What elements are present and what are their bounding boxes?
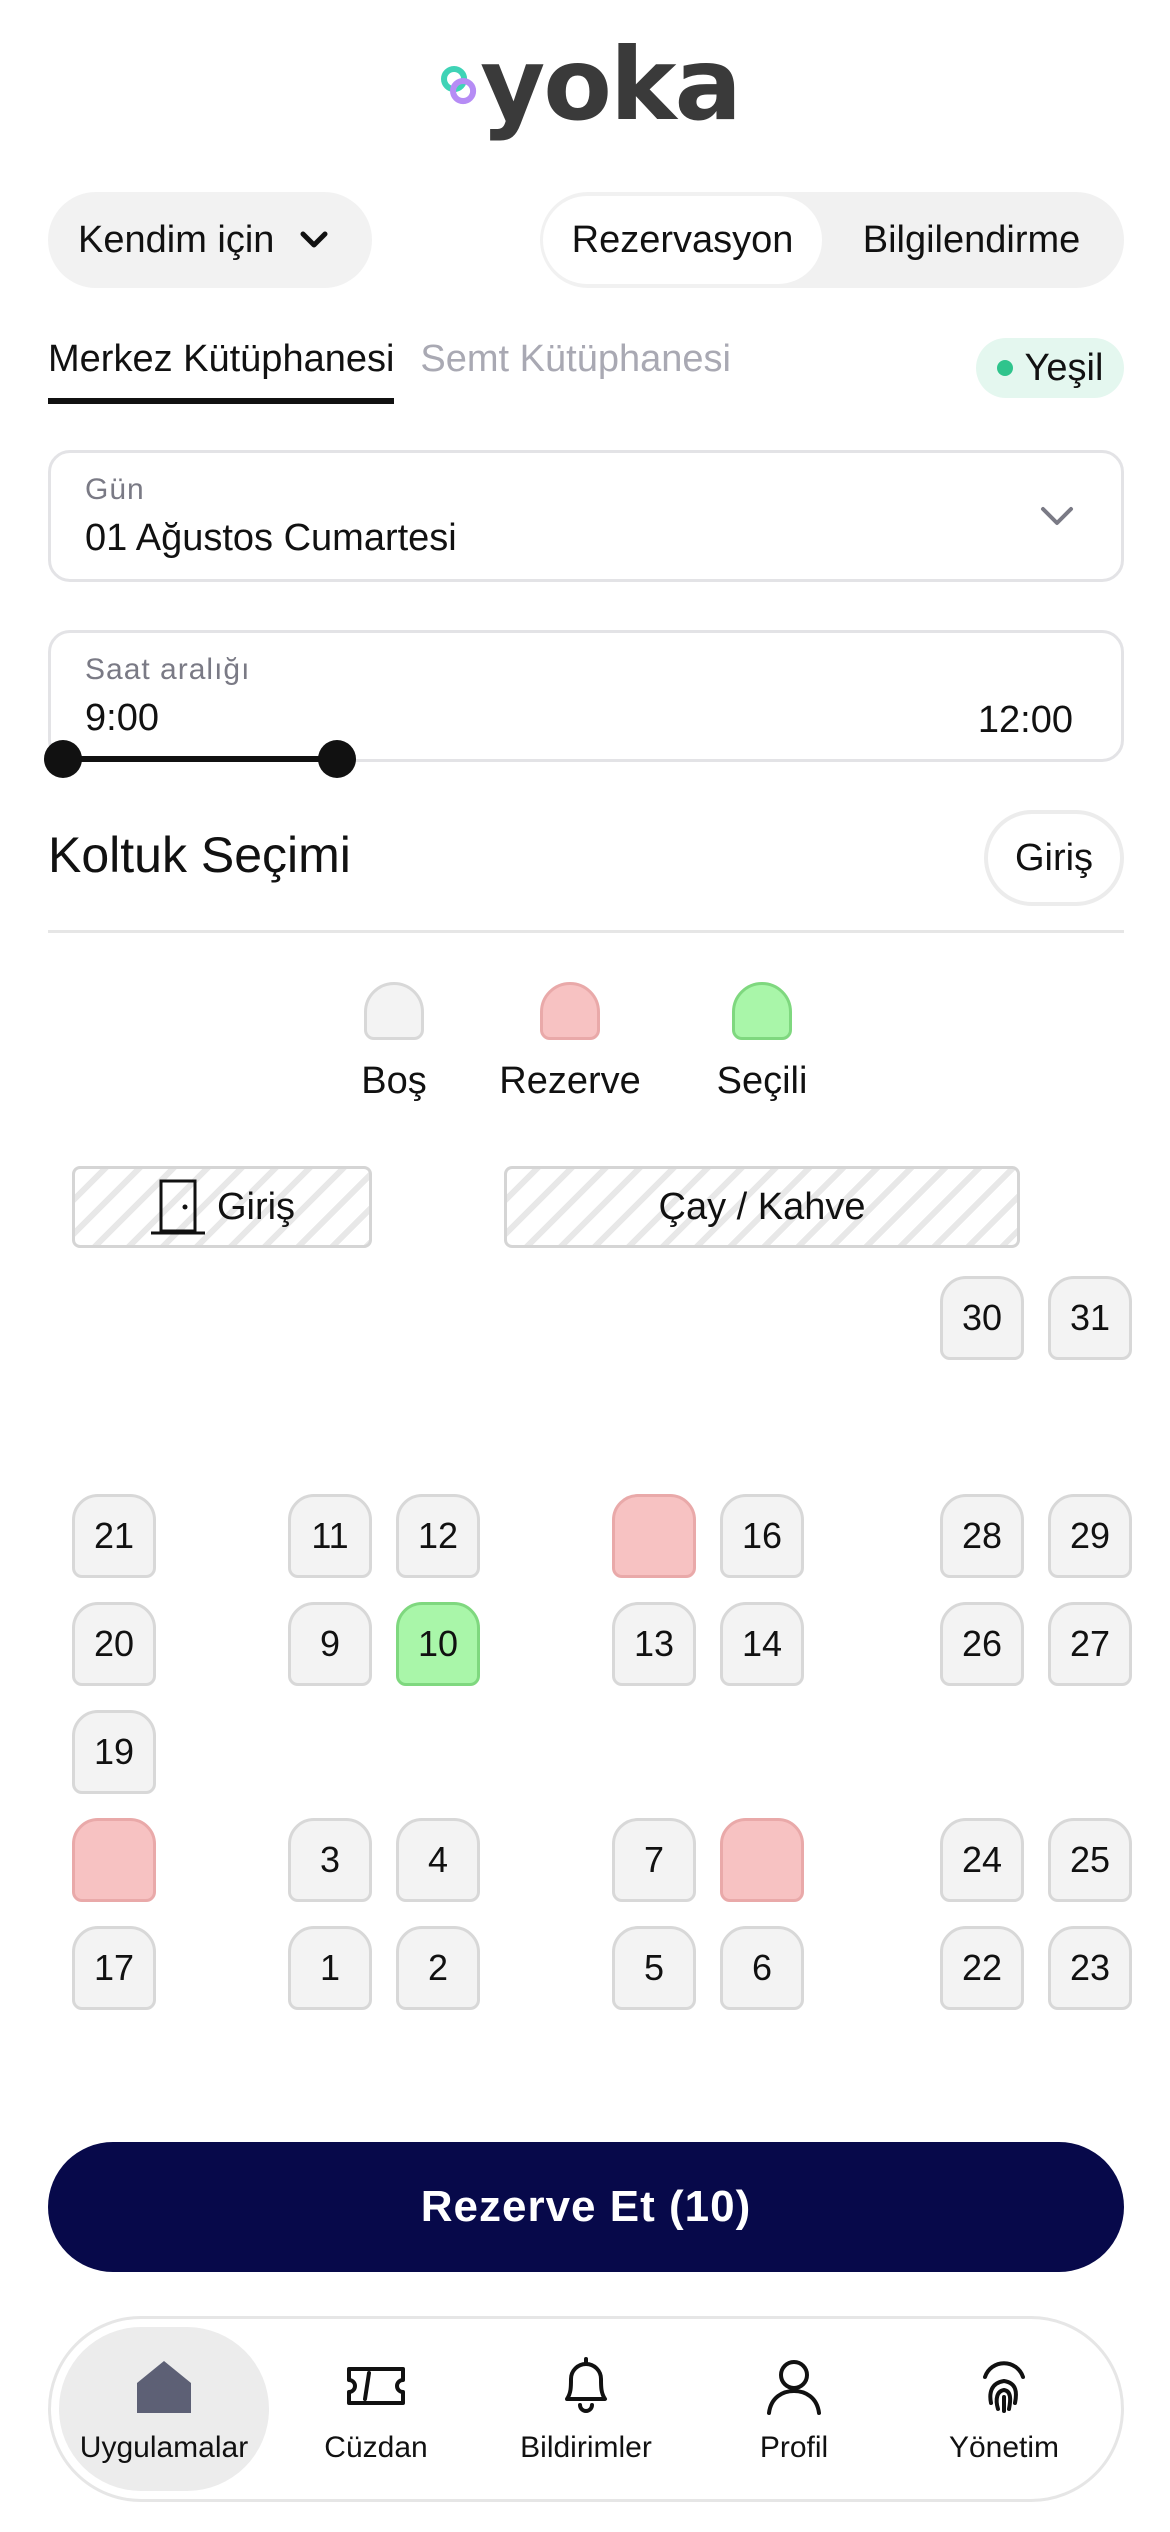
seat-17[interactable]: 17	[72, 1926, 156, 2010]
seat-20[interactable]: 20	[72, 1602, 156, 1686]
legend-selected: Seçili	[682, 982, 842, 1103]
seat-22[interactable]: 22	[940, 1926, 1024, 2010]
mode-segmented-control: Rezervasyon Bilgilendirme	[540, 192, 1124, 288]
seat-27[interactable]: 27	[1048, 1602, 1132, 1686]
nav-item-management[interactable]: Yönetim	[904, 2327, 1104, 2491]
legend-reserved-swatch	[540, 982, 600, 1040]
status-label: Yeşil	[1024, 346, 1104, 389]
for-whom-dropdown[interactable]: Kendim için	[48, 192, 372, 288]
legend-free-label: Boş	[361, 1060, 427, 1102]
tab-central-library[interactable]: Merkez Kütüphanesi	[48, 338, 395, 404]
tea-coffee-zone: Çay / Kahve	[504, 1166, 1020, 1248]
seat-13[interactable]: 13	[612, 1602, 696, 1686]
nav-item-notifications[interactable]: Bildirimler	[486, 2327, 686, 2491]
seat-8	[720, 1818, 804, 1902]
brand-name: yoka	[480, 26, 742, 143]
ticket-icon	[347, 2367, 405, 2405]
seat-16[interactable]: 16	[720, 1494, 804, 1578]
brand-logo: yoka	[440, 26, 742, 143]
door-icon	[150, 1179, 205, 1235]
bottom-navigation: Uygulamalar Cüzdan Bildirimler Profil Yö…	[48, 2316, 1124, 2502]
time-range-slider[interactable]	[62, 756, 336, 762]
seat-23[interactable]: 23	[1048, 1926, 1132, 2010]
library-tabs: Merkez Kütüphanesi Semt Kütüphanesi	[48, 338, 731, 404]
nav-label-wallet: Cüzdan	[324, 2431, 428, 2464]
day-label: Gün	[85, 473, 145, 506]
logo-link-icon	[441, 65, 477, 105]
seat-7[interactable]: 7	[612, 1818, 696, 1902]
chevron-down-icon	[1041, 507, 1073, 525]
legend-free: Boş	[314, 982, 474, 1103]
entrance-button[interactable]: Giriş	[984, 810, 1124, 906]
nav-label-management: Yönetim	[948, 2431, 1060, 2464]
seat-24[interactable]: 24	[940, 1818, 1024, 1902]
nav-label-apps: Uygulamalar	[79, 2431, 249, 2464]
segment-information[interactable]: Bilgilendirme	[822, 196, 1121, 284]
chevron-down-icon	[300, 231, 328, 248]
seat-15	[612, 1494, 696, 1578]
day-value: 01 Ağustos Cumartesi	[85, 517, 457, 559]
slider-start-handle[interactable]	[44, 740, 82, 778]
tea-coffee-zone-label: Çay / Kahve	[658, 1185, 866, 1228]
tab-district-library[interactable]: Semt Kütüphanesi	[420, 338, 731, 404]
home-icon	[137, 2361, 191, 2413]
nav-label-notifications: Bildirimler	[520, 2431, 652, 2464]
seat-19[interactable]: 19	[72, 1710, 156, 1794]
entrance-zone: Giriş	[72, 1166, 372, 1248]
nav-item-profile[interactable]: Profil	[694, 2327, 894, 2491]
seat-14[interactable]: 14	[720, 1602, 804, 1686]
bell-icon	[565, 2357, 607, 2413]
legend-selected-label: Seçili	[716, 1060, 808, 1102]
entrance-zone-label: Giriş	[216, 1185, 296, 1228]
time-end-value: 12:00	[977, 699, 1073, 741]
day-select[interactable]: Gün 01 Ağustos Cumartesi	[48, 450, 1124, 582]
legend-reserved: Rezerve	[490, 982, 650, 1103]
seat-11[interactable]: 11	[288, 1494, 372, 1578]
seat-2[interactable]: 2	[396, 1926, 480, 2010]
seat-25[interactable]: 25	[1048, 1818, 1132, 1902]
seat-4[interactable]: 4	[396, 1818, 480, 1902]
for-whom-label: Kendim için	[78, 218, 275, 261]
fingerprint-icon	[983, 2361, 1025, 2413]
segment-reservation[interactable]: Rezervasyon	[543, 196, 823, 284]
user-icon	[767, 2360, 821, 2415]
seat-30[interactable]: 30	[940, 1276, 1024, 1360]
nav-item-wallet[interactable]: Cüzdan	[276, 2327, 476, 2491]
seat-5[interactable]: 5	[612, 1926, 696, 2010]
seat-12[interactable]: 12	[396, 1494, 480, 1578]
seat-26[interactable]: 26	[940, 1602, 1024, 1686]
legend-free-swatch	[364, 982, 424, 1040]
status-badge: Yeşil	[976, 338, 1124, 398]
slider-end-handle[interactable]	[318, 740, 356, 778]
seat-3[interactable]: 3	[288, 1818, 372, 1902]
legend-selected-swatch	[732, 982, 792, 1040]
time-start-value: 9:00	[85, 697, 159, 739]
section-divider	[48, 930, 1124, 933]
seat-1[interactable]: 1	[288, 1926, 372, 2010]
time-range-field: Saat aralığı 9:00 12:00	[48, 630, 1124, 762]
seat-9[interactable]: 9	[288, 1602, 372, 1686]
nav-item-apps[interactable]: Uygulamalar	[59, 2327, 269, 2491]
seat-31[interactable]: 31	[1048, 1276, 1132, 1360]
status-dot-icon	[996, 360, 1013, 376]
seat-6[interactable]: 6	[720, 1926, 804, 2010]
seat-selection-title: Koltuk Seçimi	[48, 827, 351, 883]
reserve-button[interactable]: Rezerve Et (10)	[48, 2142, 1124, 2272]
seat-28[interactable]: 28	[940, 1494, 1024, 1578]
nav-label-profile: Profil	[759, 2431, 829, 2464]
seat-21[interactable]: 21	[72, 1494, 156, 1578]
seat-29[interactable]: 29	[1048, 1494, 1132, 1578]
legend-reserved-label: Rezerve	[499, 1060, 641, 1102]
seat-18	[72, 1818, 156, 1902]
seat-10[interactable]: 10	[396, 1602, 480, 1686]
time-range-label: Saat aralığı	[85, 653, 251, 686]
